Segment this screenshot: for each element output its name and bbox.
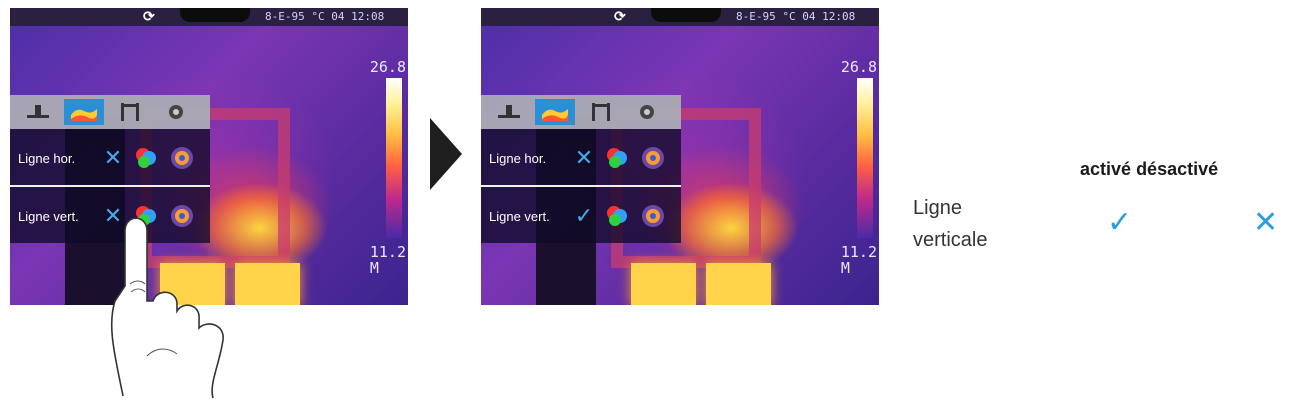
status-notch xyxy=(651,8,721,22)
menu-toolbar xyxy=(10,95,210,129)
check-icon: ✓ xyxy=(1107,206,1133,239)
status-text: 8-E-95 °C 04 12:08 xyxy=(736,10,856,23)
scale-min-unit: M xyxy=(369,259,379,277)
row-label: Ligne hor. xyxy=(18,150,76,166)
refresh-icon[interactable]: ⟳ xyxy=(143,8,155,24)
cross-icon[interactable]: ✕ xyxy=(569,145,599,171)
legend-title-on: activé xyxy=(1080,159,1132,179)
line-menu: Ligne hor. ✕ Ligne vert. ✓ xyxy=(481,95,681,243)
color-dots-icon[interactable] xyxy=(599,198,635,234)
settings-icon[interactable] xyxy=(156,99,196,125)
horizontal-line-icon[interactable] xyxy=(489,99,529,125)
legend-title-off: désactivé xyxy=(1136,159,1219,179)
row-label: Ligne hor. xyxy=(489,150,547,166)
scale-min-number: 11.2 xyxy=(840,243,877,261)
temperature-scale-bar xyxy=(386,78,402,238)
scale-min-number: 11.2 xyxy=(369,243,406,261)
gear-icon[interactable] xyxy=(164,140,200,176)
menu-row-horizontal[interactable]: Ligne hor. ✕ xyxy=(10,131,210,187)
status-bar: ⟳ 8-E-95 °C 04 12:08 xyxy=(481,8,879,26)
color-dots-icon[interactable] xyxy=(128,140,164,176)
status-notch xyxy=(180,8,250,22)
scale-min-value: 11.2 M xyxy=(841,244,877,276)
refresh-icon[interactable]: ⟳ xyxy=(614,8,626,24)
color-dots-icon[interactable] xyxy=(599,140,635,176)
temperature-scale-bar xyxy=(857,78,873,238)
palette-icon[interactable] xyxy=(64,99,104,125)
vertical-line-icon[interactable] xyxy=(110,99,150,125)
settings-icon[interactable] xyxy=(627,99,667,125)
legend-label: Ligne verticale xyxy=(913,192,987,256)
cross-icon: ✕ xyxy=(1253,206,1279,239)
gear-icon[interactable] xyxy=(635,198,671,234)
cross-icon[interactable]: ✕ xyxy=(98,145,128,171)
legend-label-line1: Ligne xyxy=(913,197,962,219)
scale-min-unit: M xyxy=(840,259,850,277)
vertical-line-icon[interactable] xyxy=(581,99,621,125)
palette-icon[interactable] xyxy=(535,99,575,125)
menu-toolbar xyxy=(481,95,681,129)
menu-row-horizontal[interactable]: Ligne hor. ✕ xyxy=(481,131,681,187)
status-text: 8-E-95 °C 04 12:08 xyxy=(265,10,385,23)
thermal-hot-window xyxy=(631,263,696,305)
menu-row-vertical[interactable]: Ligne vert. ✓ xyxy=(481,189,681,243)
legend-label-line2: verticale xyxy=(913,229,988,251)
thermal-screen-after: ⟳ 8-E-95 °C 04 12:08 26.8 11.2 M Ligne h… xyxy=(481,8,879,305)
check-icon[interactable]: ✓ xyxy=(569,203,599,229)
gear-icon[interactable] xyxy=(635,140,671,176)
legend-title: activé désactivé xyxy=(1080,159,1218,180)
scale-min-value: 11.2 M xyxy=(370,244,406,276)
thermal-hot-window xyxy=(706,263,771,305)
row-label: Ligne vert. xyxy=(489,208,550,224)
scale-max-value: 26.8 xyxy=(840,58,877,76)
horizontal-line-icon[interactable] xyxy=(18,99,58,125)
status-bar: ⟳ 8-E-95 °C 04 12:08 xyxy=(10,8,408,26)
next-arrow-icon xyxy=(430,118,462,190)
scale-max-value: 26.8 xyxy=(369,58,406,76)
finger-tap-icon xyxy=(110,217,224,399)
